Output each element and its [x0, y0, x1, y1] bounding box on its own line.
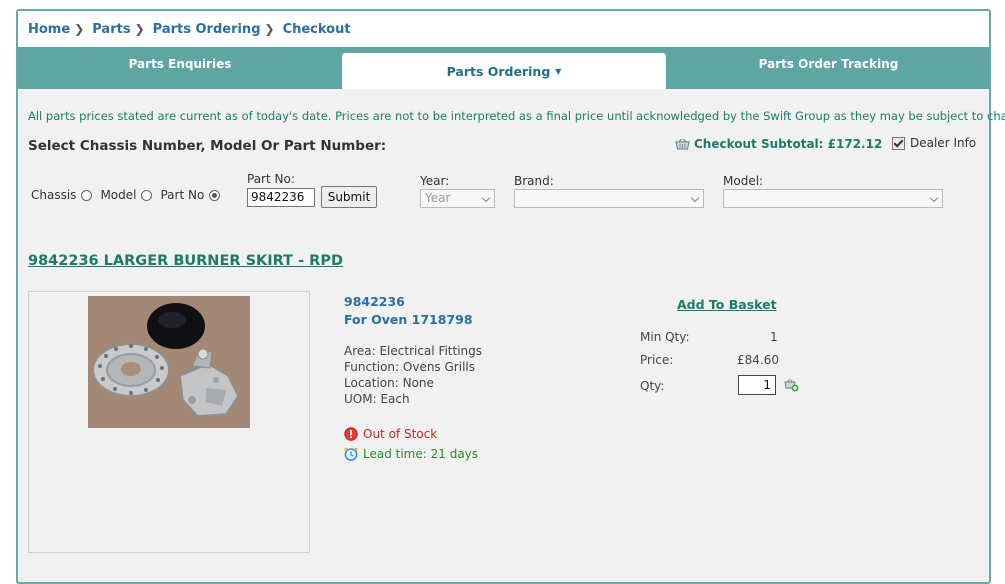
tab-label: Parts Enquiries [128, 57, 232, 71]
chevron-right-icon: ❯ [134, 22, 145, 36]
year-select-value: Year [425, 191, 451, 205]
year-label: Year: [420, 174, 450, 188]
radio-chassis-label: Chassis [31, 188, 77, 202]
model-select[interactable] [723, 189, 943, 208]
radio-model[interactable] [141, 189, 153, 201]
tab-label: Parts Ordering [446, 63, 551, 79]
breadcrumb-checkout[interactable]: Checkout [283, 22, 351, 37]
chevron-down-icon [929, 193, 939, 203]
brand-label: Brand: [514, 174, 554, 188]
tab-label: Parts Order Tracking [758, 57, 899, 71]
product-area: Area: Electrical Fittings [344, 344, 483, 358]
warning-icon [344, 427, 358, 441]
add-to-basket-icon[interactable] [784, 378, 799, 392]
product-photo[interactable] [88, 296, 250, 428]
page-frame: Home ❯ Parts ❯ Parts Ordering ❯ Checkout… [16, 9, 1005, 584]
stock-status: Out of Stock [363, 427, 438, 441]
brand-select[interactable] [514, 189, 704, 208]
product-function: Function: Ovens Grills [344, 360, 475, 374]
product-for-oven: For Oven 1718798 [344, 312, 473, 327]
add-to-basket-link[interactable]: Add To Basket [677, 297, 777, 312]
qty-label: Qty: [640, 379, 665, 393]
product-details: Area: Electrical Fittings Function: Oven… [344, 343, 482, 407]
search-type-radios: Chassis Model Part No [31, 188, 228, 202]
product-title-link[interactable]: 9842236 LARGER BURNER SKIRT - RPD [28, 253, 343, 269]
radio-chassis[interactable] [81, 189, 93, 201]
alarm-clock-icon [344, 447, 358, 461]
partno-input[interactable]: 9842236 [247, 188, 315, 207]
basket-icon [675, 138, 690, 150]
qty-input[interactable]: 1 [738, 375, 776, 395]
tab-parts-enquiries[interactable]: Parts Enquiries [18, 43, 342, 85]
product-id: 9842236 [344, 294, 405, 309]
radio-model-label: Model [100, 188, 137, 202]
lead-time: Lead time: 21 days [363, 447, 479, 461]
dealer-info-label: Dealer Info [910, 136, 977, 150]
product-location: Location: None [344, 376, 434, 390]
product-uom: UOM: Each [344, 392, 410, 406]
year-select[interactable]: Year [420, 189, 495, 208]
tab-parts-ordering[interactable]: Parts Ordering ▼ [342, 53, 666, 89]
model-label: Model: [723, 174, 764, 188]
price-value: £84.60 [737, 353, 779, 367]
caret-down-icon: ▼ [555, 66, 562, 76]
chevron-down-icon [690, 193, 700, 203]
dealer-info-checkbox[interactable] [892, 136, 905, 150]
chevron-down-icon [481, 193, 491, 203]
price-label: Price: [640, 353, 674, 367]
tab-parts-order-tracking[interactable]: Parts Order Tracking [666, 43, 991, 85]
select-heading: Select Chassis Number, Model Or Part Num… [28, 138, 387, 154]
subtotal-text: Checkout Subtotal: £172.12 [694, 137, 883, 151]
breadcrumb-home[interactable]: Home [28, 22, 70, 37]
min-qty-label: Min Qty: [640, 330, 690, 344]
breadcrumb: Home ❯ Parts ❯ Parts Ordering ❯ Checkout [18, 11, 989, 47]
checkout-subtotal-link[interactable]: Checkout Subtotal: £172.12 [675, 137, 882, 151]
radio-partno-label: Part No [160, 188, 205, 202]
min-qty-value: 1 [770, 330, 778, 344]
submit-button[interactable]: Submit [321, 186, 377, 208]
stock-info: Out of Stock Lead time: 21 days [344, 424, 478, 464]
product-image-box [28, 291, 310, 553]
breadcrumb-parts-ordering[interactable]: Parts Ordering [153, 22, 261, 37]
breadcrumb-parts[interactable]: Parts [92, 22, 130, 37]
product-id-block: 9842236 For Oven 1718798 [344, 293, 473, 329]
chevron-right-icon: ❯ [264, 22, 275, 36]
radio-partno[interactable] [209, 189, 221, 201]
price-notice: All parts prices stated are current as o… [28, 109, 1005, 123]
dealer-info-toggle[interactable]: Dealer Info [892, 136, 976, 150]
tab-bar: Parts Enquiries Parts Ordering ▼ Parts O… [18, 47, 989, 89]
chevron-right-icon: ❯ [74, 22, 85, 36]
partno-label: Part No: [247, 172, 295, 186]
